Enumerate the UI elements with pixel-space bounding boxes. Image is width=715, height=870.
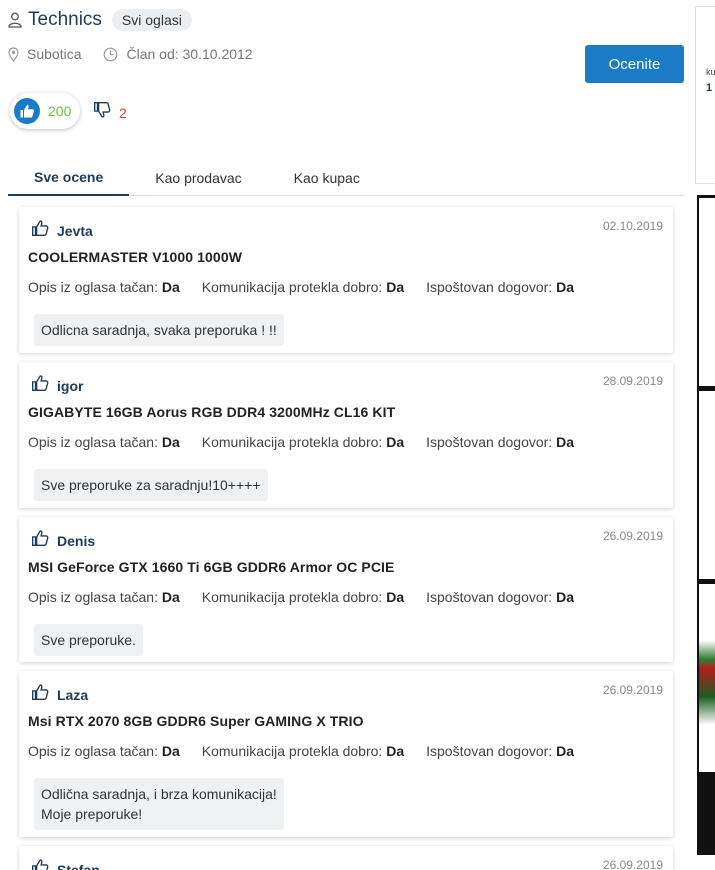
thumbs-up-icon — [31, 219, 49, 242]
attr-communication: Komunikacija protekla dobro: Da — [201, 743, 405, 759]
review-attributes: Opis iz oglasa tačan: Da Komunikacija pr… — [28, 743, 596, 759]
thumbs-up-icon — [31, 683, 49, 706]
user-meta: Subotica Član od: 30.10.2012 — [8, 46, 275, 62]
review-comment: Sve preporuke za saradnju!10++++ — [34, 469, 268, 501]
review-username[interactable]: Laza — [57, 687, 88, 703]
sidebar-text-fragment: ku — [706, 67, 715, 77]
review-card: Jevta 02.10.2019 COOLERMASTER V1000 1000… — [19, 207, 673, 353]
likes-count: 200 — [48, 103, 72, 119]
review-date: 26.09.2019 — [602, 683, 663, 697]
location-pin-icon — [8, 46, 19, 62]
review-author: igor — [31, 374, 83, 397]
dislikes-count: 2 — [119, 104, 127, 121]
attr-description: Opis iz oglasa tačan: Da — [28, 279, 180, 295]
review-username[interactable]: Jevta — [57, 223, 93, 239]
thumbs-down-icon — [93, 101, 111, 124]
location-text: Subotica — [27, 46, 82, 62]
review-author: Stefan — [31, 858, 100, 870]
review-card: Denis 26.09.2019 MSI GeForce GTX 1660 Ti… — [19, 517, 673, 662]
attr-description: Opis iz oglasa tačan: Da — [28, 589, 180, 605]
ratings-tabs: Sve ocene Kao prodavac Kao kupac — [8, 160, 684, 196]
rate-button[interactable]: Ocenite — [585, 45, 684, 83]
clock-icon — [103, 47, 118, 62]
attr-communication: Komunikacija protekla dobro: Da — [201, 589, 405, 605]
attr-agreement: Ispoštovan dogovor: Da — [426, 279, 574, 295]
review-item-title[interactable]: Msi RTX 2070 8GB GDDR6 Super GAMING X TR… — [28, 713, 364, 729]
review-comment: Sve preporuke. — [34, 624, 143, 656]
sidebar-ad-image[interactable] — [699, 584, 715, 772]
thumbs-up-icon — [14, 98, 40, 124]
user-icon — [8, 12, 22, 28]
sidebar-ad-slot[interactable] — [699, 391, 715, 579]
sidebar-text-fragment: 1 — [706, 82, 713, 94]
user-header: Technics Svi oglasi — [8, 8, 192, 32]
profile-ratings-page: Technics Svi oglasi Subotica Član od: 30… — [0, 0, 690, 870]
review-item-title[interactable]: GIGABYTE 16GB Aorus RGB DDR4 3200MHz CL1… — [28, 404, 395, 420]
review-username[interactable]: Stefan — [57, 862, 100, 870]
thumbs-up-icon — [31, 374, 49, 397]
review-date: 28.09.2019 — [602, 374, 663, 388]
username[interactable]: Technics — [28, 9, 102, 31]
review-author: Denis — [31, 529, 95, 552]
review-attributes: Opis iz oglasa tačan: Da Komunikacija pr… — [28, 434, 596, 450]
review-attributes: Opis iz oglasa tačan: Da Komunikacija pr… — [28, 279, 596, 295]
attr-agreement: Ispoštovan dogovor: Da — [426, 434, 574, 450]
review-item-title[interactable]: MSI GeForce GTX 1660 Ti 6GB GDDR6 Armor … — [28, 559, 394, 575]
review-comment: Odlicna saradnja, svaka preporuka ! !! — [34, 314, 284, 346]
review-date: 26.09.2019 — [602, 858, 663, 870]
tab-all-ratings[interactable]: Sve ocene — [8, 160, 130, 196]
review-date: 02.10.2019 — [602, 219, 663, 233]
attr-description: Opis iz oglasa tačan: Da — [28, 434, 180, 450]
review-author: Jevta — [31, 219, 93, 242]
thumbs-up-icon — [31, 529, 49, 552]
review-attributes: Opis iz oglasa tačan: Da Komunikacija pr… — [28, 589, 596, 605]
review-card: Laza 26.09.2019 Msi RTX 2070 8GB GDDR6 S… — [19, 671, 673, 837]
member-since-text: Član od: 30.10.2012 — [126, 46, 253, 62]
sidebar-ad-slot[interactable] — [699, 198, 715, 386]
review-username[interactable]: igor — [57, 378, 83, 394]
attr-communication: Komunikacija protekla dobro: Da — [201, 434, 405, 450]
thumbs-up-icon — [31, 858, 49, 870]
review-date: 26.09.2019 — [602, 529, 663, 543]
tab-as-seller[interactable]: Kao prodavac — [129, 160, 267, 196]
attr-agreement: Ispoštovan dogovor: Da — [426, 589, 574, 605]
review-card: igor 28.09.2019 GIGABYTE 16GB Aorus RGB … — [19, 362, 673, 508]
attr-agreement: Ispoštovan dogovor: Da — [426, 743, 574, 759]
tab-as-buyer[interactable]: Kao kupac — [268, 160, 386, 196]
sidebar-widget: ku 1 — [695, 6, 715, 184]
dislikes-badge[interactable]: 2 — [93, 101, 127, 124]
review-item-title[interactable]: COOLERMASTER V1000 1000W — [28, 249, 242, 265]
review-comment: Odlična saradnja, i brza komunikacija! M… — [34, 778, 284, 830]
attr-communication: Komunikacija protekla dobro: Da — [201, 279, 405, 295]
review-username[interactable]: Denis — [57, 533, 95, 549]
review-author: Laza — [31, 683, 88, 706]
all-ads-link[interactable]: Svi oglasi — [111, 9, 192, 31]
review-card: Stefan 26.09.2019 — [19, 846, 673, 870]
attr-description: Opis iz oglasa tačan: Da — [28, 743, 180, 759]
likes-badge[interactable]: 200 — [10, 93, 80, 129]
